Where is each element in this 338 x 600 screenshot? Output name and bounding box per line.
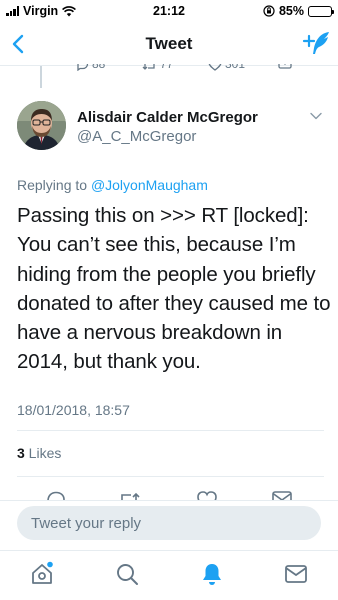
- envelope-icon[interactable]: [283, 561, 309, 587]
- nav-bar: Tweet: [0, 22, 338, 66]
- divider: [17, 476, 324, 477]
- replying-to-line: Replying to @JolyonMaugham: [17, 177, 208, 193]
- prev-reply-count: 88: [92, 64, 106, 71]
- compose-tweet-icon[interactable]: [302, 30, 330, 56]
- bell-icon[interactable]: [199, 561, 225, 587]
- retweet-icon[interactable]: [117, 490, 141, 500]
- tweet-timestamp: 18/01/2018, 18:57: [17, 402, 130, 418]
- tweet-text: Passing this on >>> RT [locked]: You can…: [17, 204, 331, 374]
- orientation-lock-icon: [263, 5, 275, 17]
- tab-bar: [0, 550, 338, 600]
- prev-like-action[interactable]: 301: [208, 64, 245, 71]
- reply-icon[interactable]: [45, 490, 67, 500]
- share-icon: [278, 64, 292, 69]
- replying-to-label: Replying to: [17, 177, 91, 193]
- author-avatar[interactable]: [17, 101, 66, 150]
- reply-bar: [0, 500, 338, 550]
- retweet-icon: [142, 64, 155, 70]
- likes-label: Likes: [24, 445, 62, 461]
- prev-retweet-action[interactable]: 77: [142, 64, 173, 71]
- chevron-down-icon[interactable]: [310, 112, 322, 120]
- home-icon[interactable]: [29, 561, 55, 587]
- likes-count: 3: [17, 445, 25, 461]
- prev-reply-action[interactable]: 88: [76, 64, 105, 71]
- battery-group: 85%: [263, 4, 334, 18]
- notification-dot: [47, 561, 53, 568]
- reply-input[interactable]: [17, 506, 321, 540]
- battery-percent: 85%: [278, 4, 304, 18]
- thread-connector-line: [40, 66, 42, 88]
- battery-icon: [308, 5, 334, 17]
- heart-icon[interactable]: [196, 490, 218, 500]
- author-handle[interactable]: @A_C_McGregor: [77, 128, 196, 145]
- prev-like-count: 301: [225, 64, 246, 71]
- tweet-action-row: [0, 490, 338, 500]
- search-icon[interactable]: [114, 561, 140, 587]
- likes-count-link[interactable]: 3 Likes: [17, 445, 61, 461]
- replying-to-mention-link[interactable]: @JolyonMaugham: [91, 177, 208, 193]
- previous-tweet-actions: 88 77 301: [76, 64, 306, 78]
- page-title: Tweet: [145, 34, 193, 53]
- prev-share-action[interactable]: [278, 64, 292, 70]
- share-icon[interactable]: [271, 490, 293, 500]
- status-bar: Virgin 21:12 85%: [0, 0, 338, 22]
- avatar-portrait: [17, 101, 66, 150]
- author-name[interactable]: Alisdair Calder McGregor: [77, 109, 258, 126]
- prev-retweet-count: 77: [160, 64, 174, 71]
- divider: [17, 430, 324, 431]
- heart-icon: [208, 64, 222, 71]
- reply-icon: [77, 64, 89, 71]
